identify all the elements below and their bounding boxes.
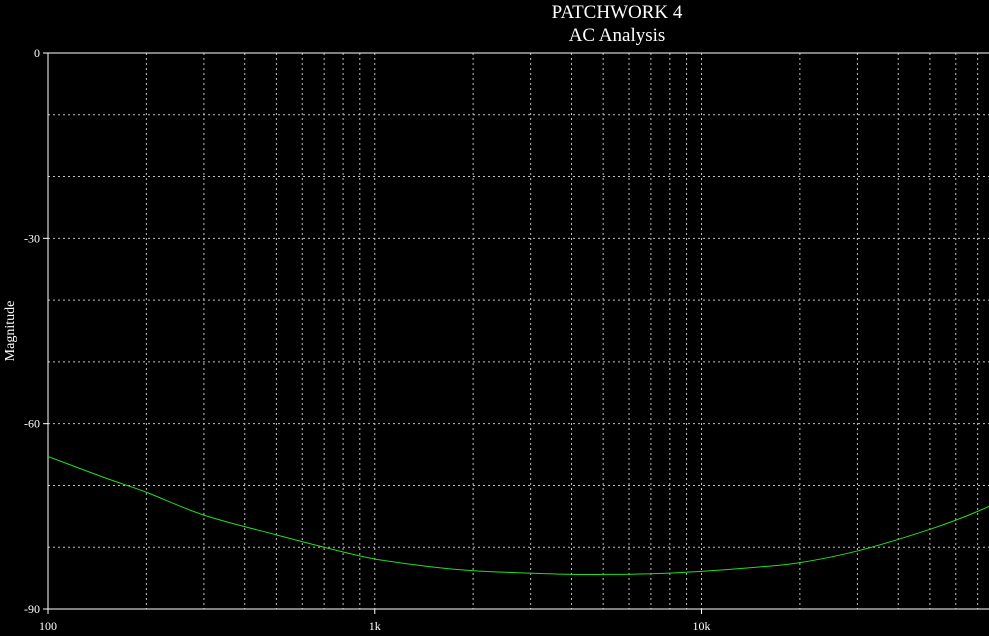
y-tick-label: -30 — [24, 231, 40, 245]
ac-analysis-chart: PATCHWORK 4 AC Analysis 0 -30 -60 -90 100 1k 1… — [0, 0, 989, 636]
y-tick-label: -90 — [24, 602, 40, 616]
x-tick-label: 10k — [693, 619, 711, 633]
y-axis-label: Magnitude — [3, 301, 18, 362]
series-line-magnitude — [48, 455, 989, 576]
grid-lines — [48, 53, 989, 609]
x-tick-label: 100 — [39, 619, 57, 633]
y-tick-label: 0 — [34, 46, 40, 60]
x-tick-label: 1k — [369, 619, 381, 633]
y-tick-label: -60 — [24, 417, 40, 431]
plot-svg: 0-30-60-901001k10k100kMagnitude — [3, 46, 989, 633]
